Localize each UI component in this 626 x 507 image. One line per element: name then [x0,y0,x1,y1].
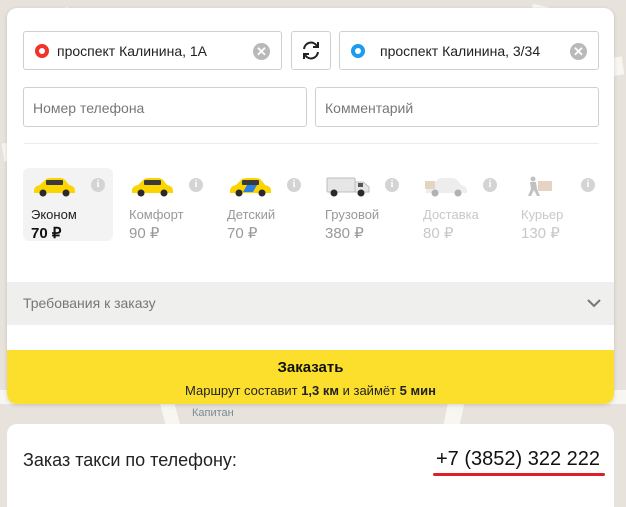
to-address-field[interactable]: проспект Калинина, 3/34 ✕ [339,31,599,70]
phone-number-input[interactable]: Номер телефона [23,87,307,127]
route-summary: Маршрут составит 1,3 км и займёт 5 мин [7,383,614,398]
phone-placeholder: Номер телефона [33,100,145,116]
tariff-name: Курьер [521,207,564,222]
map-street-label: Капитан [192,407,234,419]
delivery-car-icon [425,178,467,197]
tariff-economy[interactable]: i Эконом 70 ₽ [23,168,113,242]
order-button-label: Заказать [277,359,344,376]
tariff-name: Грузовой [325,207,380,222]
tariff-price: 130 ₽ [521,225,560,242]
tariff-name: Доставка [423,207,479,222]
clear-to-icon[interactable]: ✕ [570,43,587,60]
tariff-courier[interactable]: i Курьер 130 ₽ [513,168,603,242]
phone-order-label: Заказ такси по телефону: [23,450,237,470]
tariff-info-icon[interactable]: i [581,178,595,192]
phone-number-underline [433,473,605,476]
tariff-price: 70 ₽ [227,225,258,242]
phone-order-number[interactable]: +7 (3852) 322 222 [436,448,600,471]
order-form-panel: проспект Калинина, 1А ✕ проспект Калинин… [7,8,614,404]
comment-input[interactable]: Комментарий [315,87,599,127]
route-middle: и займёт [339,383,400,398]
tariff-info-icon[interactable]: i [483,178,497,192]
route-prefix: Маршрут составит [185,383,302,398]
swap-arrows-icon [303,41,319,60]
route-duration: 5 мин [399,383,436,398]
courier-icon [528,176,552,196]
divider [24,143,599,144]
tariff-comfort[interactable]: i Комфорт 90 ₽ [121,168,211,242]
to-marker-icon [351,44,365,58]
tariff-name: Комфорт [129,207,184,222]
order-button[interactable]: Заказать Маршрут составит 1,3 км и займё… [7,350,614,404]
order-requirements-toggle[interactable]: Требования к заказу [7,282,614,325]
tariff-price: 70 ₽ [31,225,62,242]
from-marker-icon [35,44,49,58]
requirements-label: Требования к заказу [23,295,156,311]
tariff-info-icon[interactable]: i [189,178,203,192]
taxi-car-blue-stripe-icon [230,178,271,197]
to-address-text: проспект Калинина, 3/34 [380,43,541,59]
taxi-car-icon [132,178,173,197]
tariff-info-icon[interactable]: i [91,178,105,192]
phone-order-panel: Заказ такси по телефону: +7 (3852) 322 2… [7,424,614,507]
tariff-info-icon[interactable]: i [287,178,301,192]
swap-route-button[interactable] [291,31,331,70]
tariff-price: 380 ₽ [325,225,364,242]
chevron-down-icon [587,299,601,308]
route-distance: 1,3 км [301,383,339,398]
taxi-car-icon [34,178,75,197]
tariff-name: Эконом [31,207,77,222]
comment-placeholder: Комментарий [325,100,414,116]
tariff-price: 80 ₽ [423,225,454,242]
tariff-delivery[interactable]: i Доставка 80 ₽ [415,168,505,242]
tariff-child[interactable]: i Детский 70 ₽ [219,168,309,242]
from-address-field[interactable]: проспект Калинина, 1А ✕ [23,31,282,70]
tariff-cargo[interactable]: i Грузовой 380 ₽ [317,168,407,242]
from-address-text: проспект Калинина, 1А [57,43,208,59]
cargo-van-icon [326,177,370,197]
tariff-price: 90 ₽ [129,225,160,242]
clear-from-icon[interactable]: ✕ [253,43,270,60]
tariff-name: Детский [227,207,276,222]
tariff-info-icon[interactable]: i [385,178,399,192]
